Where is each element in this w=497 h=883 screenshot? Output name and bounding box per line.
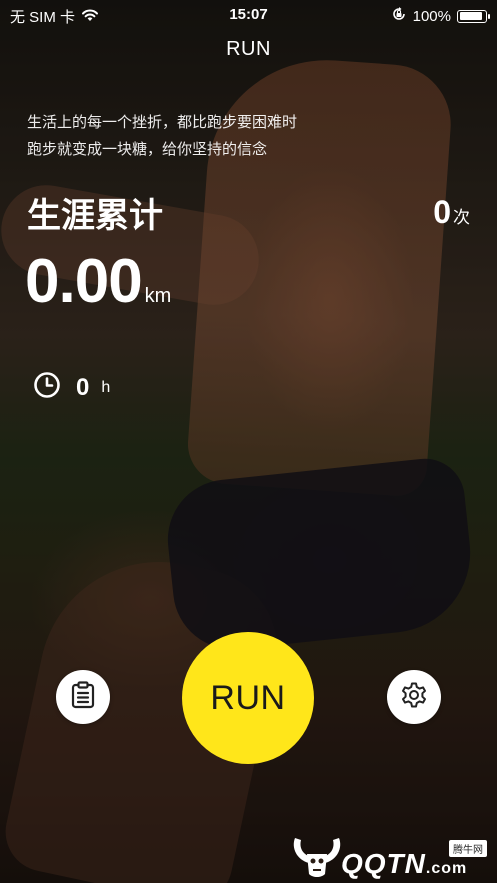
distance-unit: km [144,285,172,307]
battery-percent: 100% [412,7,451,25]
battery-fill [459,12,482,20]
total-distance: 0.00 km [25,246,171,317]
duration-value: 0 [76,373,90,401]
duration-unit: h [101,378,111,396]
watermark-suffix: .com [425,860,468,877]
clock-icon [33,371,61,404]
status-right: 100% [391,6,490,26]
page-title: RUN [226,38,271,60]
run-count-value: 0 [433,194,451,230]
motto-line-2: 跑步就变成一块糖，给你坚持的信念 [27,140,268,158]
orientation-lock-icon [391,6,407,26]
total-duration: 0 h [33,371,110,404]
qqtn-watermark: QQTN.com 腾牛网 [285,826,495,881]
run-count: 0 次 [433,194,470,231]
watermark-brand-name: QQTN [341,848,426,879]
motto-text: 生活上的每一个挫折，都比跑步要困难时 跑步就变成一块糖，给你坚持的信念 [27,109,297,163]
run-button-label: RUN [210,678,286,717]
watermark-badge: 腾牛网 [449,840,487,857]
career-total-label: 生涯累计 [27,196,163,236]
bull-logo-icon [289,830,345,883]
status-bar: 无 SIM 卡 15:07 100% [0,0,497,30]
settings-button[interactable] [387,670,441,724]
gear-icon [400,681,428,714]
distance-value: 0.00 [25,247,143,316]
app-screen: 无 SIM 卡 15:07 100% RUN 生活上的每一个挫折，都比跑步要困难… [0,0,497,883]
run-count-unit: 次 [453,208,470,228]
clipboard-list-icon [70,680,96,714]
motto-line-1: 生活上的每一个挫折，都比跑步要困难时 [27,113,298,131]
battery-icon [457,9,490,23]
run-button[interactable]: RUN [182,632,314,764]
history-button[interactable] [56,670,110,724]
